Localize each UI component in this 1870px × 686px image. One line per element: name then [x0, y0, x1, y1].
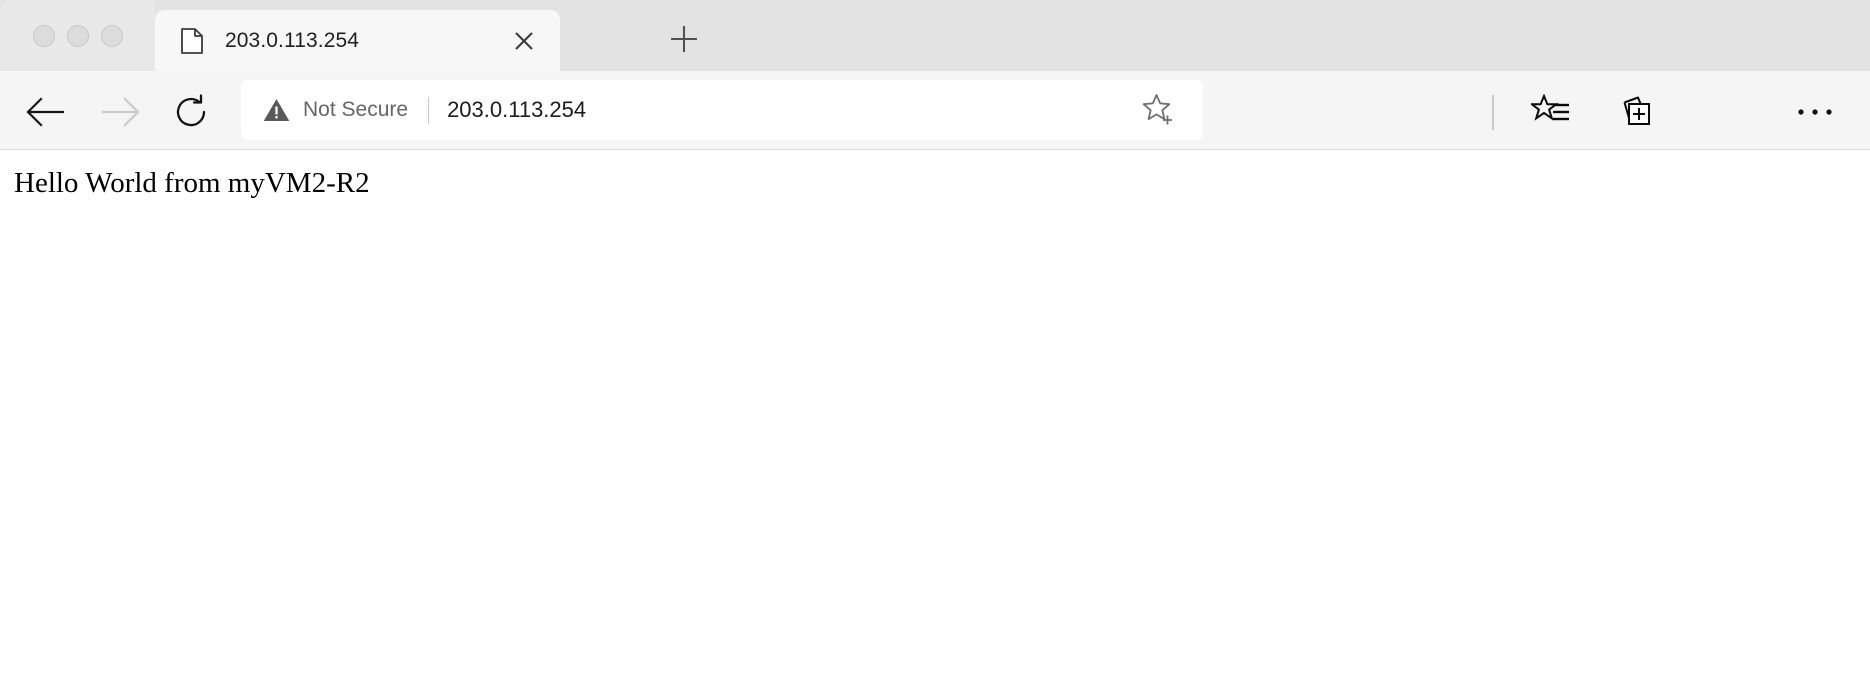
address-bar[interactable]: Not Secure 203.0.113.254: [241, 80, 1203, 140]
maximize-window-button[interactable]: [101, 24, 123, 47]
star-plus-icon[interactable]: [1135, 86, 1183, 134]
url-text[interactable]: 203.0.113.254: [447, 97, 1135, 123]
page-content: Hello World from myVM2-R2: [0, 150, 1870, 686]
collections-button[interactable]: [1613, 87, 1663, 137]
reload-button[interactable]: [170, 89, 216, 135]
close-tab-button[interactable]: [502, 19, 546, 63]
collections-icon: [1623, 96, 1650, 125]
favorites-star-list-icon: [1531, 94, 1569, 121]
close-window-button[interactable]: [33, 24, 55, 47]
window-controls: [0, 0, 155, 71]
security-label: Not Secure: [303, 98, 409, 121]
reload-icon: [176, 94, 206, 127]
minimize-window-button[interactable]: [67, 24, 89, 47]
more-menu-button[interactable]: [1790, 87, 1840, 137]
back-button[interactable]: [23, 89, 69, 135]
more-ellipsis-icon: [1798, 109, 1832, 115]
back-arrow-icon: [26, 97, 64, 127]
forward-button[interactable]: [97, 89, 143, 135]
tab-strip: 203.0.113.254: [0, 0, 1870, 71]
tab-title: 203.0.113.254: [225, 28, 360, 52]
document-icon: [181, 27, 203, 54]
forward-arrow-icon: [102, 97, 140, 127]
address-divider: [428, 96, 430, 124]
favorites-button[interactable]: [1526, 87, 1576, 137]
security-status[interactable]: Not Secure: [263, 98, 408, 122]
warning-triangle-icon: [263, 98, 290, 122]
toolbar-divider: [1492, 95, 1494, 130]
new-tab-button[interactable]: [660, 16, 708, 62]
page-body-text: Hello World from myVM2-R2: [14, 167, 370, 199]
browser-tab[interactable]: 203.0.113.254: [155, 10, 560, 71]
browser-window: 203.0.113.254 Not Secure 203.0.113.254 H…: [0, 0, 1870, 686]
browser-toolbar: Not Secure 203.0.113.254: [0, 71, 1870, 150]
